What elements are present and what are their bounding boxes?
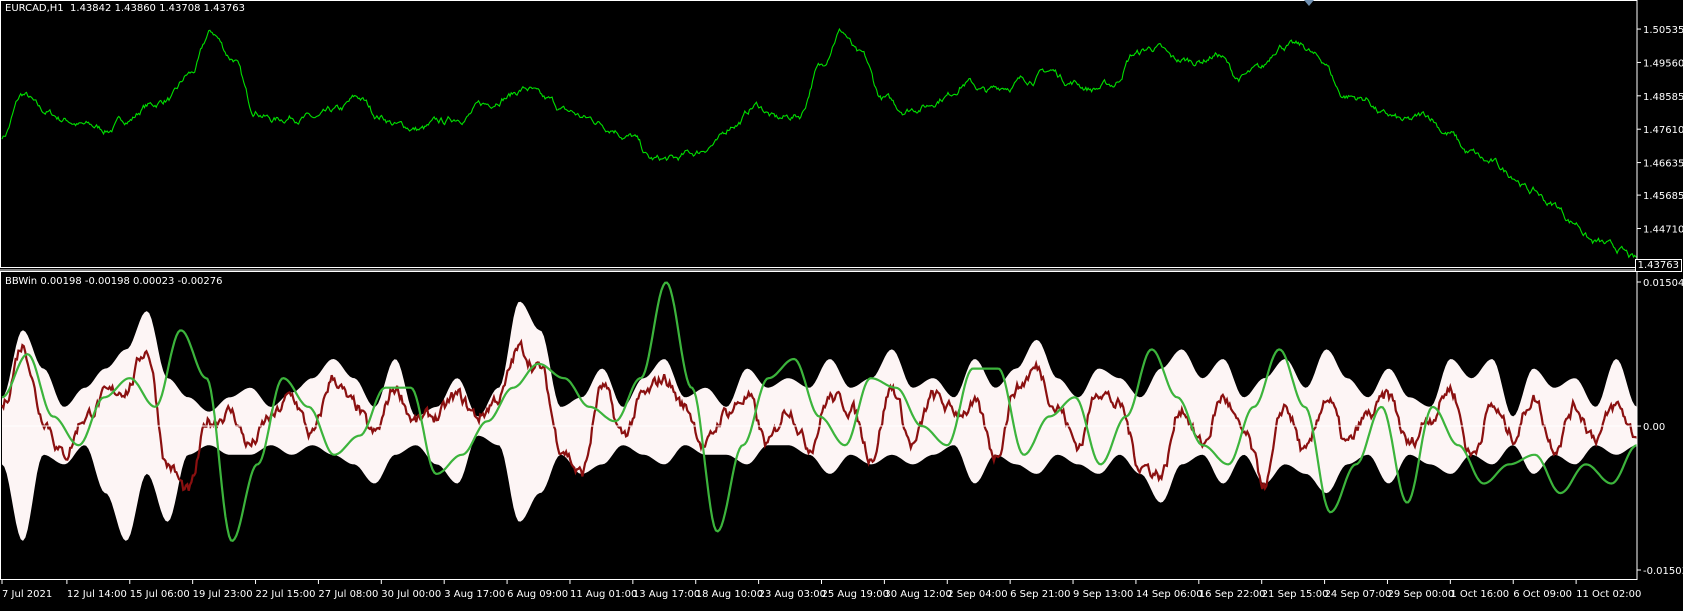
time-tick-label: 29 Sep 00:00	[1387, 589, 1454, 600]
price-tick-label: 1.48585	[1643, 92, 1683, 103]
time-tick-label: 1 Oct 16:00	[1450, 589, 1509, 600]
price-tick-label: 1.46635	[1643, 159, 1683, 170]
time-tick-label: 19 Jul 23:00	[193, 589, 253, 600]
time-tick-label: 30 Jul 00:00	[381, 589, 441, 600]
time-tick-label: 11 Oct 02:00	[1576, 589, 1641, 600]
price-tick-label: 1.44710	[1643, 224, 1683, 235]
time-tick-label: 22 Jul 15:00	[256, 589, 316, 600]
ohlc-values: 1.43842 1.43860 1.43708 1.43763	[70, 3, 245, 14]
price-tick-label: 1.47610	[1643, 125, 1683, 136]
price-tick-label: 1.49560	[1643, 58, 1683, 69]
time-tick-label: 24 Sep 07:00	[1325, 589, 1392, 600]
time-tick-label: 30 Aug 12:00	[884, 589, 951, 600]
time-tick-label: 6 Sep 21:00	[1010, 589, 1070, 600]
chart-svg[interactable]: 1.50535 1.49560 1.48585 1.47610 1.46635 1.456…	[0, 0, 1683, 607]
time-tick-label: 11 Aug 01:00	[570, 589, 637, 600]
shift-marker-icon[interactable]	[1304, 0, 1314, 6]
indicator-values: 0.00198 -0.00198 0.00023 -0.00276	[40, 276, 223, 287]
time-tick-label: 15 Jul 06:00	[130, 589, 190, 600]
time-tick-label: 14 Sep 06:00	[1136, 589, 1203, 600]
time-tick-label: 6 Aug 09:00	[507, 589, 568, 600]
time-tick-label: 6 Oct 09:00	[1513, 589, 1572, 600]
time-tick-label: 16 Sep 22:00	[1199, 589, 1266, 600]
price-tick-label: 1.45685	[1643, 191, 1683, 202]
indicator-name: BBWin	[5, 276, 38, 287]
price-line	[1, 27, 1638, 259]
time-tick-label: 13 Aug 17:00	[633, 589, 700, 600]
indicator-info-label: BBWin 0.00198 -0.00198 0.00023 -0.00276	[5, 276, 223, 287]
time-tick-label: 27 Jul 08:00	[318, 589, 378, 600]
main-panel-frame	[0, 0, 1638, 268]
indicator-tick-label: 0.01504	[1643, 278, 1683, 289]
chart-window[interactable]: 1.50535 1.49560 1.48585 1.47610 1.46635 1.456…	[0, 0, 1683, 607]
current-price-tag: 1.43763	[1634, 259, 1682, 272]
time-tick-label: 18 Aug 10:00	[696, 589, 763, 600]
time-tick-label: 3 Aug 17:00	[444, 589, 505, 600]
time-tick-label: 2 Sep 04:00	[947, 589, 1007, 600]
time-tick-label: 9 Sep 13:00	[1073, 589, 1133, 600]
indicator-tick-label: 0.00	[1643, 422, 1665, 433]
time-tick-label: 12 Jul 14:00	[67, 589, 127, 600]
main-info-label: EURCAD,H1 1.43842 1.43860 1.43708 1.4376…	[5, 3, 245, 14]
time-tick-label: 21 Sep 15:00	[1262, 589, 1329, 600]
indicator-tick-label: -0.01503	[1643, 566, 1683, 577]
price-tick-label: 1.50535	[1643, 25, 1683, 36]
time-tick-label: 7 Jul 2021	[2, 589, 52, 600]
symbol-label: EURCAD,H1	[5, 3, 64, 14]
time-tick-label: 25 Aug 19:00	[822, 589, 889, 600]
time-tick-label: 23 Aug 03:00	[759, 589, 826, 600]
